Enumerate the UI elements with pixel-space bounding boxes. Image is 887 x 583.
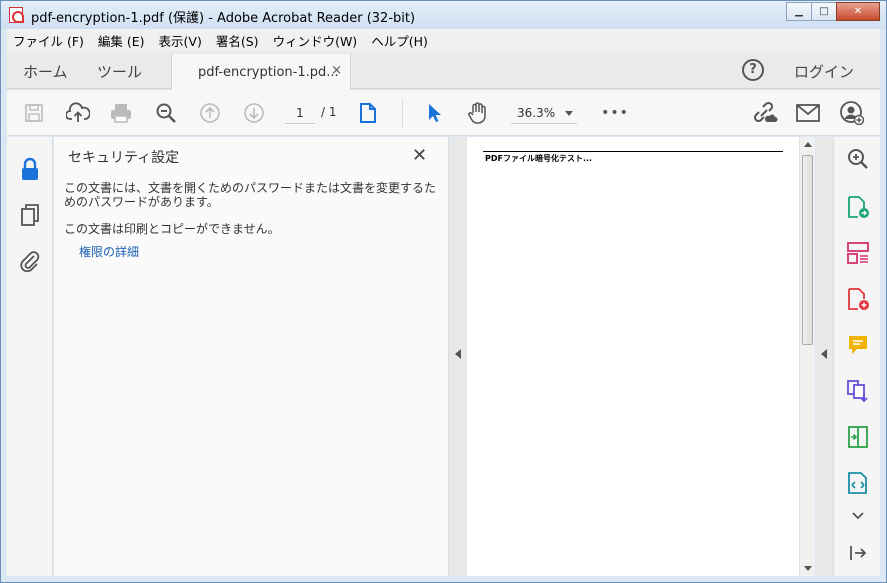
acrobat-icon xyxy=(9,7,24,23)
protect-pdf-icon[interactable] xyxy=(846,471,870,495)
maximize-button[interactable]: □ xyxy=(811,2,837,21)
menu-window[interactable]: ウィンドウ(W) xyxy=(273,31,358,50)
email-icon[interactable] xyxy=(795,100,821,126)
tab-document[interactable]: pdf-encryption-1.pd... × xyxy=(171,54,351,90)
page-view-icon[interactable] xyxy=(355,100,381,126)
pages-icon[interactable] xyxy=(19,203,41,227)
tab-home[interactable]: ホーム xyxy=(23,61,68,82)
zoom-search-icon[interactable] xyxy=(153,100,179,126)
left-navigation-rail xyxy=(7,137,53,576)
chevron-down-icon xyxy=(565,111,573,116)
prev-page-icon[interactable] xyxy=(197,100,223,126)
menu-view[interactable]: 表示(V) xyxy=(159,31,202,50)
restriction-notice: この文書は印刷とコピーができません。 xyxy=(64,222,280,236)
save-icon[interactable] xyxy=(21,100,47,126)
login-button[interactable]: ログイン xyxy=(794,61,854,82)
panel-title: セキュリティ設定 xyxy=(68,150,180,166)
comment-icon[interactable] xyxy=(846,333,870,357)
more-tools-icon[interactable]: ••• xyxy=(601,100,628,126)
select-tool-icon[interactable] xyxy=(421,100,447,126)
security-panel: セキュリティ設定 ✕ この文書には、文書を開くためのパスワードまたは文書を変更す… xyxy=(54,137,449,576)
tab-document-label: pdf-encryption-1.pd... xyxy=(198,65,339,80)
chevron-left-icon xyxy=(821,349,827,359)
panel-collapse-handle[interactable] xyxy=(450,137,467,576)
zoom-select[interactable]: 36.3% xyxy=(511,102,577,124)
chevron-left-icon xyxy=(455,349,461,359)
tab-close-icon[interactable]: × xyxy=(331,63,342,78)
menu-help[interactable]: ヘルプ(H) xyxy=(371,31,428,50)
tools-collapse-handle[interactable] xyxy=(816,137,833,576)
add-user-icon[interactable] xyxy=(839,100,865,126)
attachment-icon[interactable] xyxy=(19,249,41,273)
toolbar-separator xyxy=(402,98,403,128)
help-icon[interactable]: ? xyxy=(742,59,764,81)
next-page-icon[interactable] xyxy=(241,100,267,126)
export-pdf-icon[interactable] xyxy=(846,195,870,219)
scroll-up-icon[interactable] xyxy=(804,142,812,147)
scroll-down-icon[interactable] xyxy=(804,566,812,571)
chevron-down-icon[interactable] xyxy=(846,509,870,533)
page-number-input[interactable]: 1 xyxy=(285,102,315,124)
menu-file[interactable]: ファイル (F) xyxy=(13,31,84,50)
share-link-icon[interactable] xyxy=(752,100,778,126)
zoom-tool-icon[interactable] xyxy=(846,147,870,171)
document-heading: PDFファイル暗号化テスト... xyxy=(485,154,593,163)
scroll-thumb[interactable] xyxy=(802,155,813,345)
menu-sign[interactable]: 署名(S) xyxy=(216,31,259,50)
combine-files-icon[interactable] xyxy=(846,379,870,403)
cloud-upload-icon[interactable] xyxy=(65,100,91,126)
vertical-scrollbar[interactable] xyxy=(799,137,815,576)
organize-pages-icon[interactable] xyxy=(846,241,870,265)
panel-close-icon[interactable]: ✕ xyxy=(412,145,427,166)
document-rule xyxy=(483,151,783,152)
zoom-value: 36.3% xyxy=(517,106,556,120)
permission-details-link[interactable]: 権限の詳細 xyxy=(79,243,139,260)
window-title: pdf-encryption-1.pdf (保護) - Adobe Acroba… xyxy=(31,11,416,26)
print-icon[interactable] xyxy=(108,100,134,126)
window-controls: ▁ □ ✕ xyxy=(786,2,880,21)
compress-icon[interactable] xyxy=(846,425,870,449)
lock-icon[interactable] xyxy=(19,157,41,181)
hand-tool-icon[interactable] xyxy=(465,100,491,126)
right-tools-rail xyxy=(833,137,880,576)
password-notice: この文書には、文書を開くためのパスワードまたは文書を変更するためのパスワードがあ… xyxy=(64,181,437,209)
page-total: / 1 xyxy=(321,105,337,119)
document-view[interactable]: PDFファイル暗号化テスト... xyxy=(467,137,799,576)
toolbar: 1 / 1 36.3% ••• xyxy=(7,90,880,136)
minimize-button[interactable]: ▁ xyxy=(786,2,812,21)
menu-edit[interactable]: 編集 (E) xyxy=(98,31,145,50)
menu-bar: ファイル (F) 編集 (E) 表示(V) 署名(S) ウィンドウ(W) ヘルプ… xyxy=(7,29,880,51)
expand-panel-icon[interactable] xyxy=(846,543,870,567)
app-window: pdf-encryption-1.pdf (保護) - Adobe Acroba… xyxy=(0,0,887,583)
tab-tools[interactable]: ツール xyxy=(97,61,142,82)
tab-bar: ホーム ツール pdf-encryption-1.pd... × ? ログイン xyxy=(7,51,880,90)
close-button[interactable]: ✕ xyxy=(836,2,880,21)
create-pdf-icon[interactable] xyxy=(846,287,870,311)
title-bar: pdf-encryption-1.pdf (保護) - Adobe Acroba… xyxy=(1,1,886,29)
